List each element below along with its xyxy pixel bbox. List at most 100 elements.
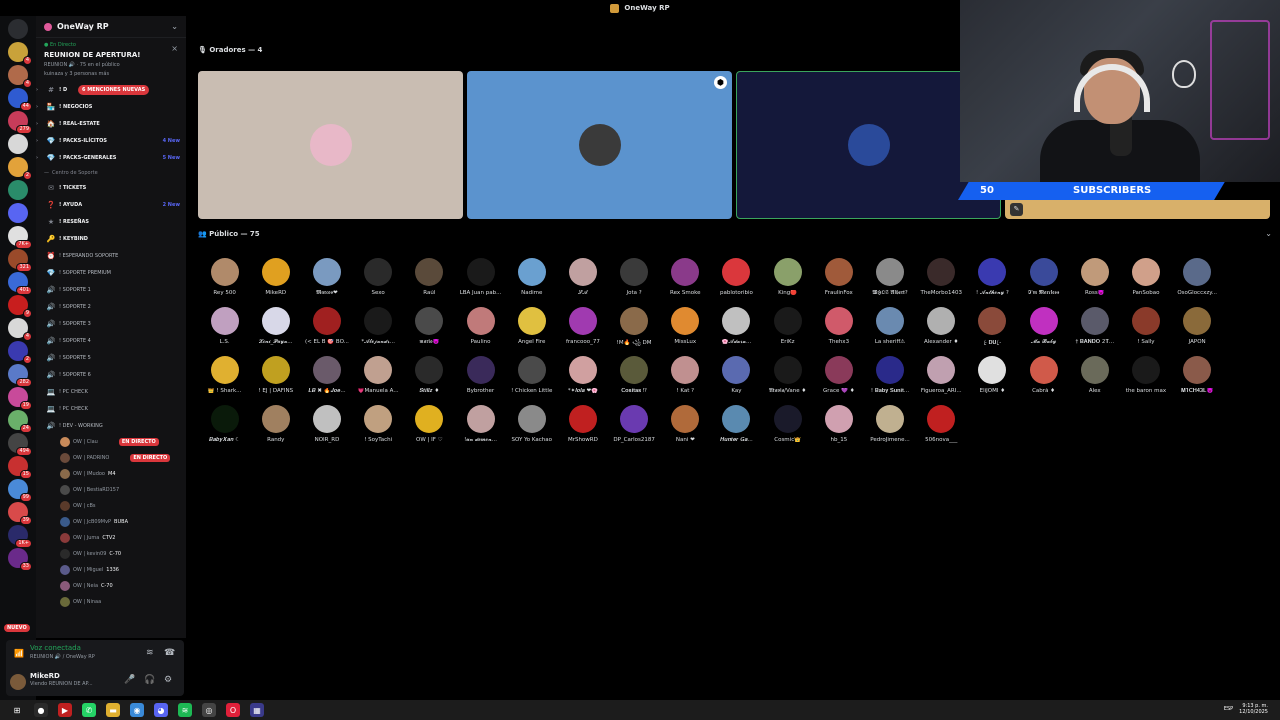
signal-icon[interactable]: 📶 (14, 649, 24, 658)
headphones-icon[interactable]: 🎧 (144, 675, 155, 685)
channel-item[interactable]: › 🏪! NEGOCIOS (36, 98, 186, 115)
chevron-down-icon[interactable]: ⌄ (1265, 229, 1272, 238)
audience-member[interactable]: *𝓐𝓵𝓮𝓳𝓪𝓷𝓭𝓻... (353, 307, 404, 356)
audience-member[interactable]: !M🔥 ꧁ DM (609, 307, 660, 356)
gear-icon[interactable]: ⚙ (164, 675, 172, 685)
channel-item[interactable]: 🔊! SOPORTE 1 (36, 281, 186, 298)
audience-member[interactable]: 𝑩𝒂𝒃𝒚𝑿𝒂𝒏 ☾ (199, 405, 250, 454)
audience-member[interactable]: L.S. (199, 307, 250, 356)
audience-member[interactable]: FraulinFox (813, 258, 864, 307)
speaker-tile[interactable] (198, 71, 463, 219)
channel-item[interactable]: › # ! D 6 MENCIONES NUEVAS (36, 81, 186, 98)
channel-item[interactable]: ✉ ! TICKETS (36, 179, 186, 196)
server-4-icon[interactable]: 279 (8, 111, 32, 134)
server-17-icon[interactable]: 24 (8, 410, 32, 433)
audience-member[interactable]: Grace 💜 ♦ (813, 356, 864, 405)
channel-item[interactable]: 🔊! SOPORTE 5 (36, 349, 186, 366)
channel-item[interactable]: 💎! SOPORTE PREMIUM (36, 264, 186, 281)
server-7-icon[interactable] (8, 180, 28, 200)
audience-member[interactable]: Rey 500 (199, 258, 250, 307)
channel-item[interactable]: 🔊! SOPORTE 6 (36, 366, 186, 383)
audience-member[interactable]: the baron max (1120, 356, 1171, 405)
audience-member[interactable]: 𝖒𝖆𝖗𝖎𝖔👿 (404, 307, 455, 356)
channel-item[interactable]: ❓! AYUDA 2 New (36, 196, 186, 213)
audience-member[interactable]: Randy (250, 405, 301, 454)
server-22-icon[interactable]: 1K+ (8, 525, 32, 548)
server-9-icon[interactable]: 7K+ (8, 226, 32, 249)
server-6-icon[interactable]: 2 (8, 157, 32, 180)
audience-member[interactable]: 👑 ! Shark... (199, 356, 250, 405)
close-icon[interactable]: × (171, 44, 178, 53)
chevron-down-icon[interactable]: ⌄ (171, 22, 178, 31)
server-16-icon[interactable]: 19 (8, 387, 32, 410)
audience-member[interactable]: Nani ❤ (660, 405, 711, 454)
voice-user[interactable]: OW | PADRINO EN DIRECTO (36, 450, 186, 466)
audience-member[interactable]: 𝓢𝓐 (557, 258, 608, 307)
disconnect-icon[interactable]: ☎ (164, 648, 175, 658)
audience-member[interactable]: 𝓛𝓲𝓷𝓲_𝓟𝓾𝔂𝓪... (250, 307, 301, 356)
audience-member[interactable]: Bybrother (455, 356, 506, 405)
audience-member[interactable]: 𝕴'𝖒 𝕸𝖆𝖗𝖈𝖑𝖊𝖘𝖘 (1018, 258, 1069, 307)
voice-user[interactable]: OW | kevin09 C-70 (36, 546, 186, 562)
audience-member[interactable]: francooo_77 (557, 307, 608, 356)
audience-member[interactable]: 𝐂𝐨𝐬𝐢𝐭𝐚𝐬 ⁉ (609, 356, 660, 405)
audience-member[interactable]: Alex (1069, 356, 1120, 405)
audience-member[interactable]: 💗Manuela A... (353, 356, 404, 405)
audience-member[interactable]: !𝓾𝓷 𝓭𝓮𝓶𝓸𝓷... (455, 405, 506, 454)
audience-member[interactable]: 𝑯𝒖𝒏𝒕𝒆𝒓 𝑮𝒂... (711, 405, 762, 454)
server-3-icon[interactable]: 44 (8, 88, 32, 111)
audience-member[interactable]: hb_15 (813, 405, 864, 454)
calc-icon[interactable]: ▦ (250, 703, 264, 717)
audience-member[interactable]: EliJOMI ♦ (967, 356, 1018, 405)
audience-member[interactable]: Ross👿 (1069, 258, 1120, 307)
noise-icon[interactable]: ≋ (146, 648, 154, 658)
opera-icon[interactable]: O (226, 703, 240, 717)
audience-member[interactable]: Jota ? (609, 258, 660, 307)
server-14-icon[interactable]: 2 (8, 341, 32, 364)
audience-member[interactable]: Thehx3 (813, 307, 864, 356)
audience-member[interactable]: DP_Carlos2187 (609, 405, 660, 454)
audience-member[interactable]: OW | IF ♡ (404, 405, 455, 454)
audience-member[interactable]: 𝖂𝕳𝕺𝕾 𝕬𝖑𝖇𝖊𝖗𝖙? (864, 258, 915, 307)
audience-member[interactable]: MrShowRD (557, 405, 608, 454)
audience-member[interactable]: 506nova___ (916, 405, 967, 454)
folder-icon[interactable]: ▬ (106, 703, 120, 717)
live-event-card[interactable]: ● En Directo REUNION DE APERTURA! REUNIO… (36, 38, 186, 81)
audience-member[interactable]: Kay (711, 356, 762, 405)
obs-icon[interactable]: ● (34, 703, 48, 717)
audience-member[interactable]: EriKz (762, 307, 813, 356)
spotify-icon[interactable]: ≋ (178, 703, 192, 717)
audience-member[interactable]: Paulino (455, 307, 506, 356)
audience-member[interactable]: King🔴 (762, 258, 813, 307)
server-15-icon[interactable]: 282 (8, 364, 32, 387)
channel-item[interactable]: 🔊! SOPORTE 4 (36, 332, 186, 349)
audience-member[interactable]: MissLux (660, 307, 711, 356)
channel-item[interactable]: › 🏠! REAL-ESTATE (36, 115, 186, 132)
audience-member[interactable]: Figueroa_ARI... (916, 356, 967, 405)
audience-member[interactable]: ! Sally (1120, 307, 1171, 356)
mentions-pill[interactable]: 6 MENCIONES NUEVAS (78, 84, 150, 95)
server-header[interactable]: OneWay RP ⌄ (36, 16, 186, 38)
category-support[interactable]: — Centro de Soporte (36, 166, 186, 179)
audience-member[interactable]: Raúl (404, 258, 455, 307)
server-11-icon[interactable]: 401 (8, 272, 32, 295)
audience-member[interactable]: Nadime (506, 258, 557, 307)
audience-member[interactable]: OsoGloccxzy... (1172, 258, 1223, 307)
voice-user[interactable]: OW | Ninaa (36, 594, 186, 610)
server-12-icon[interactable]: 9 (8, 295, 32, 318)
mute-icon[interactable]: 🎤 (124, 675, 135, 685)
channel-item[interactable]: › 💎! PACKS-GENERALES 5 New (36, 149, 186, 166)
audience-member[interactable]: Angel Fire (506, 307, 557, 356)
avatar[interactable] (10, 674, 26, 690)
discord-icon[interactable]: ◕ (154, 703, 168, 717)
audience-member[interactable]: MikeRD (250, 258, 301, 307)
channel-item[interactable]: 🔊! DEV - WORKING (36, 417, 186, 434)
voice-user[interactable]: OW | cBs (36, 498, 186, 514)
server-8-icon[interactable] (8, 203, 28, 223)
server-23-icon[interactable]: 33 (8, 548, 32, 571)
audience-member[interactable]: Cosmic👑 (762, 405, 813, 454)
start-icon[interactable]: ⊞ (10, 703, 24, 717)
speaker-tile-4[interactable]: ✎ (1005, 200, 1270, 219)
voice-user[interactable]: OW | Miguel 1336 (36, 562, 186, 578)
channel-item[interactable]: 🔊! SOPORTE 3 (36, 315, 186, 332)
